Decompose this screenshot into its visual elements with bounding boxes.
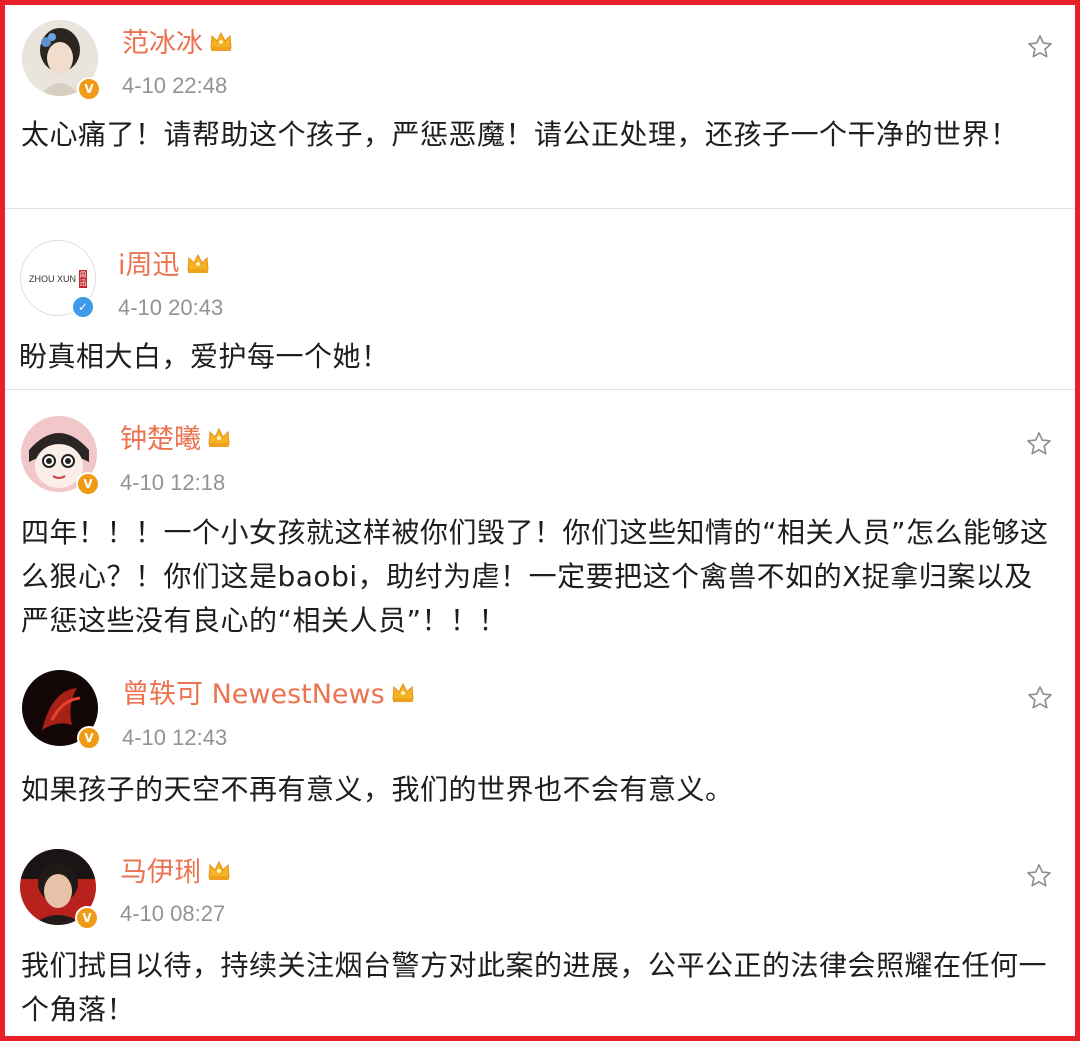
star-outline-icon[interactable] <box>1025 430 1053 458</box>
post-timestamp: 4-10 08:27 <box>120 901 226 926</box>
username-link[interactable]: 马伊琍 <box>120 850 231 889</box>
verified-badge-icon: V <box>76 472 100 496</box>
screenshot-frame: V 范冰冰 4-10 22:48 太心痛了！请帮助这个孩子，严惩恶魔！请公正处理… <box>0 0 1080 1041</box>
username: 范冰冰 <box>122 28 203 59</box>
post-item: V 曾轶可 NewestNews 4-10 12:43 如果孩子的天空不再有意义… <box>5 650 1075 825</box>
verified-badge-icon: V <box>77 726 101 750</box>
username-link[interactable]: 钟楚曦 <box>120 417 231 456</box>
post-timestamp: 4-10 12:43 <box>122 725 228 750</box>
post-content: 太心痛了！请帮助这个孩子，严惩恶魔！请公正处理，还孩子一个干净的世界！ <box>21 118 1019 151</box>
post-content: 我们拭目以待，持续关注烟台警方对此案的进展，公平公正的法律会照耀在任何一个角落！ <box>21 949 1048 1026</box>
star-outline-icon[interactable] <box>1026 684 1054 712</box>
post-content: 如果孩子的天空不再有意义，我们的世界也不会有意义。 <box>21 773 734 806</box>
username-link[interactable]: 范冰冰 <box>122 21 233 60</box>
post-item: V 钟楚曦 4-10 12:18 四年！！！一个小女孩就这样被你们毁了！你们这些… <box>5 390 1075 650</box>
verified-badge-icon: V <box>77 77 101 101</box>
post-item: V 范冰冰 4-10 22:48 太心痛了！请帮助这个孩子，严惩恶魔！请公正处理… <box>5 5 1075 210</box>
post-timestamp: 4-10 12:18 <box>120 470 226 495</box>
post-content: 盼真相大白，爱护每一个她！ <box>19 340 390 373</box>
username: i周迅 <box>118 250 180 281</box>
star-outline-icon[interactable] <box>1025 862 1053 890</box>
verified-badge-icon: ✓ <box>71 295 95 319</box>
verified-badge-icon: V <box>75 906 99 930</box>
post-timestamp: 4-10 20:43 <box>118 295 224 320</box>
username-link[interactable]: 曾轶可 NewestNews <box>122 672 415 711</box>
post-content: 四年！！！一个小女孩就这样被你们毁了！你们这些知情的“相关人员”怎么能够这么狠心… <box>21 516 1049 637</box>
post-timestamp: 4-10 22:48 <box>122 73 228 98</box>
avatar-seal: 周迅 <box>79 270 87 288</box>
post-item: ZHOU XUN 周迅 ✓ i周迅 4-10 20:43 盼真相大白，爱护每一个… <box>5 209 1075 389</box>
crown-icon <box>208 427 230 447</box>
post-item: V 马伊琍 4-10 08:27 我们拭目以待，持续关注烟台警方对此案的进展，公… <box>5 830 1075 1036</box>
username: 曾轶可 NewestNews <box>122 679 385 710</box>
username: 马伊琍 <box>120 857 201 888</box>
username: 钟楚曦 <box>120 424 201 455</box>
avatar-text: ZHOU XUN <box>29 274 76 284</box>
crown-icon <box>186 253 209 273</box>
crown-icon <box>392 682 414 702</box>
crown-icon <box>208 860 230 880</box>
star-outline-icon[interactable] <box>1026 33 1054 61</box>
crown-icon <box>210 31 232 51</box>
username-link[interactable]: i周迅 <box>118 243 210 282</box>
